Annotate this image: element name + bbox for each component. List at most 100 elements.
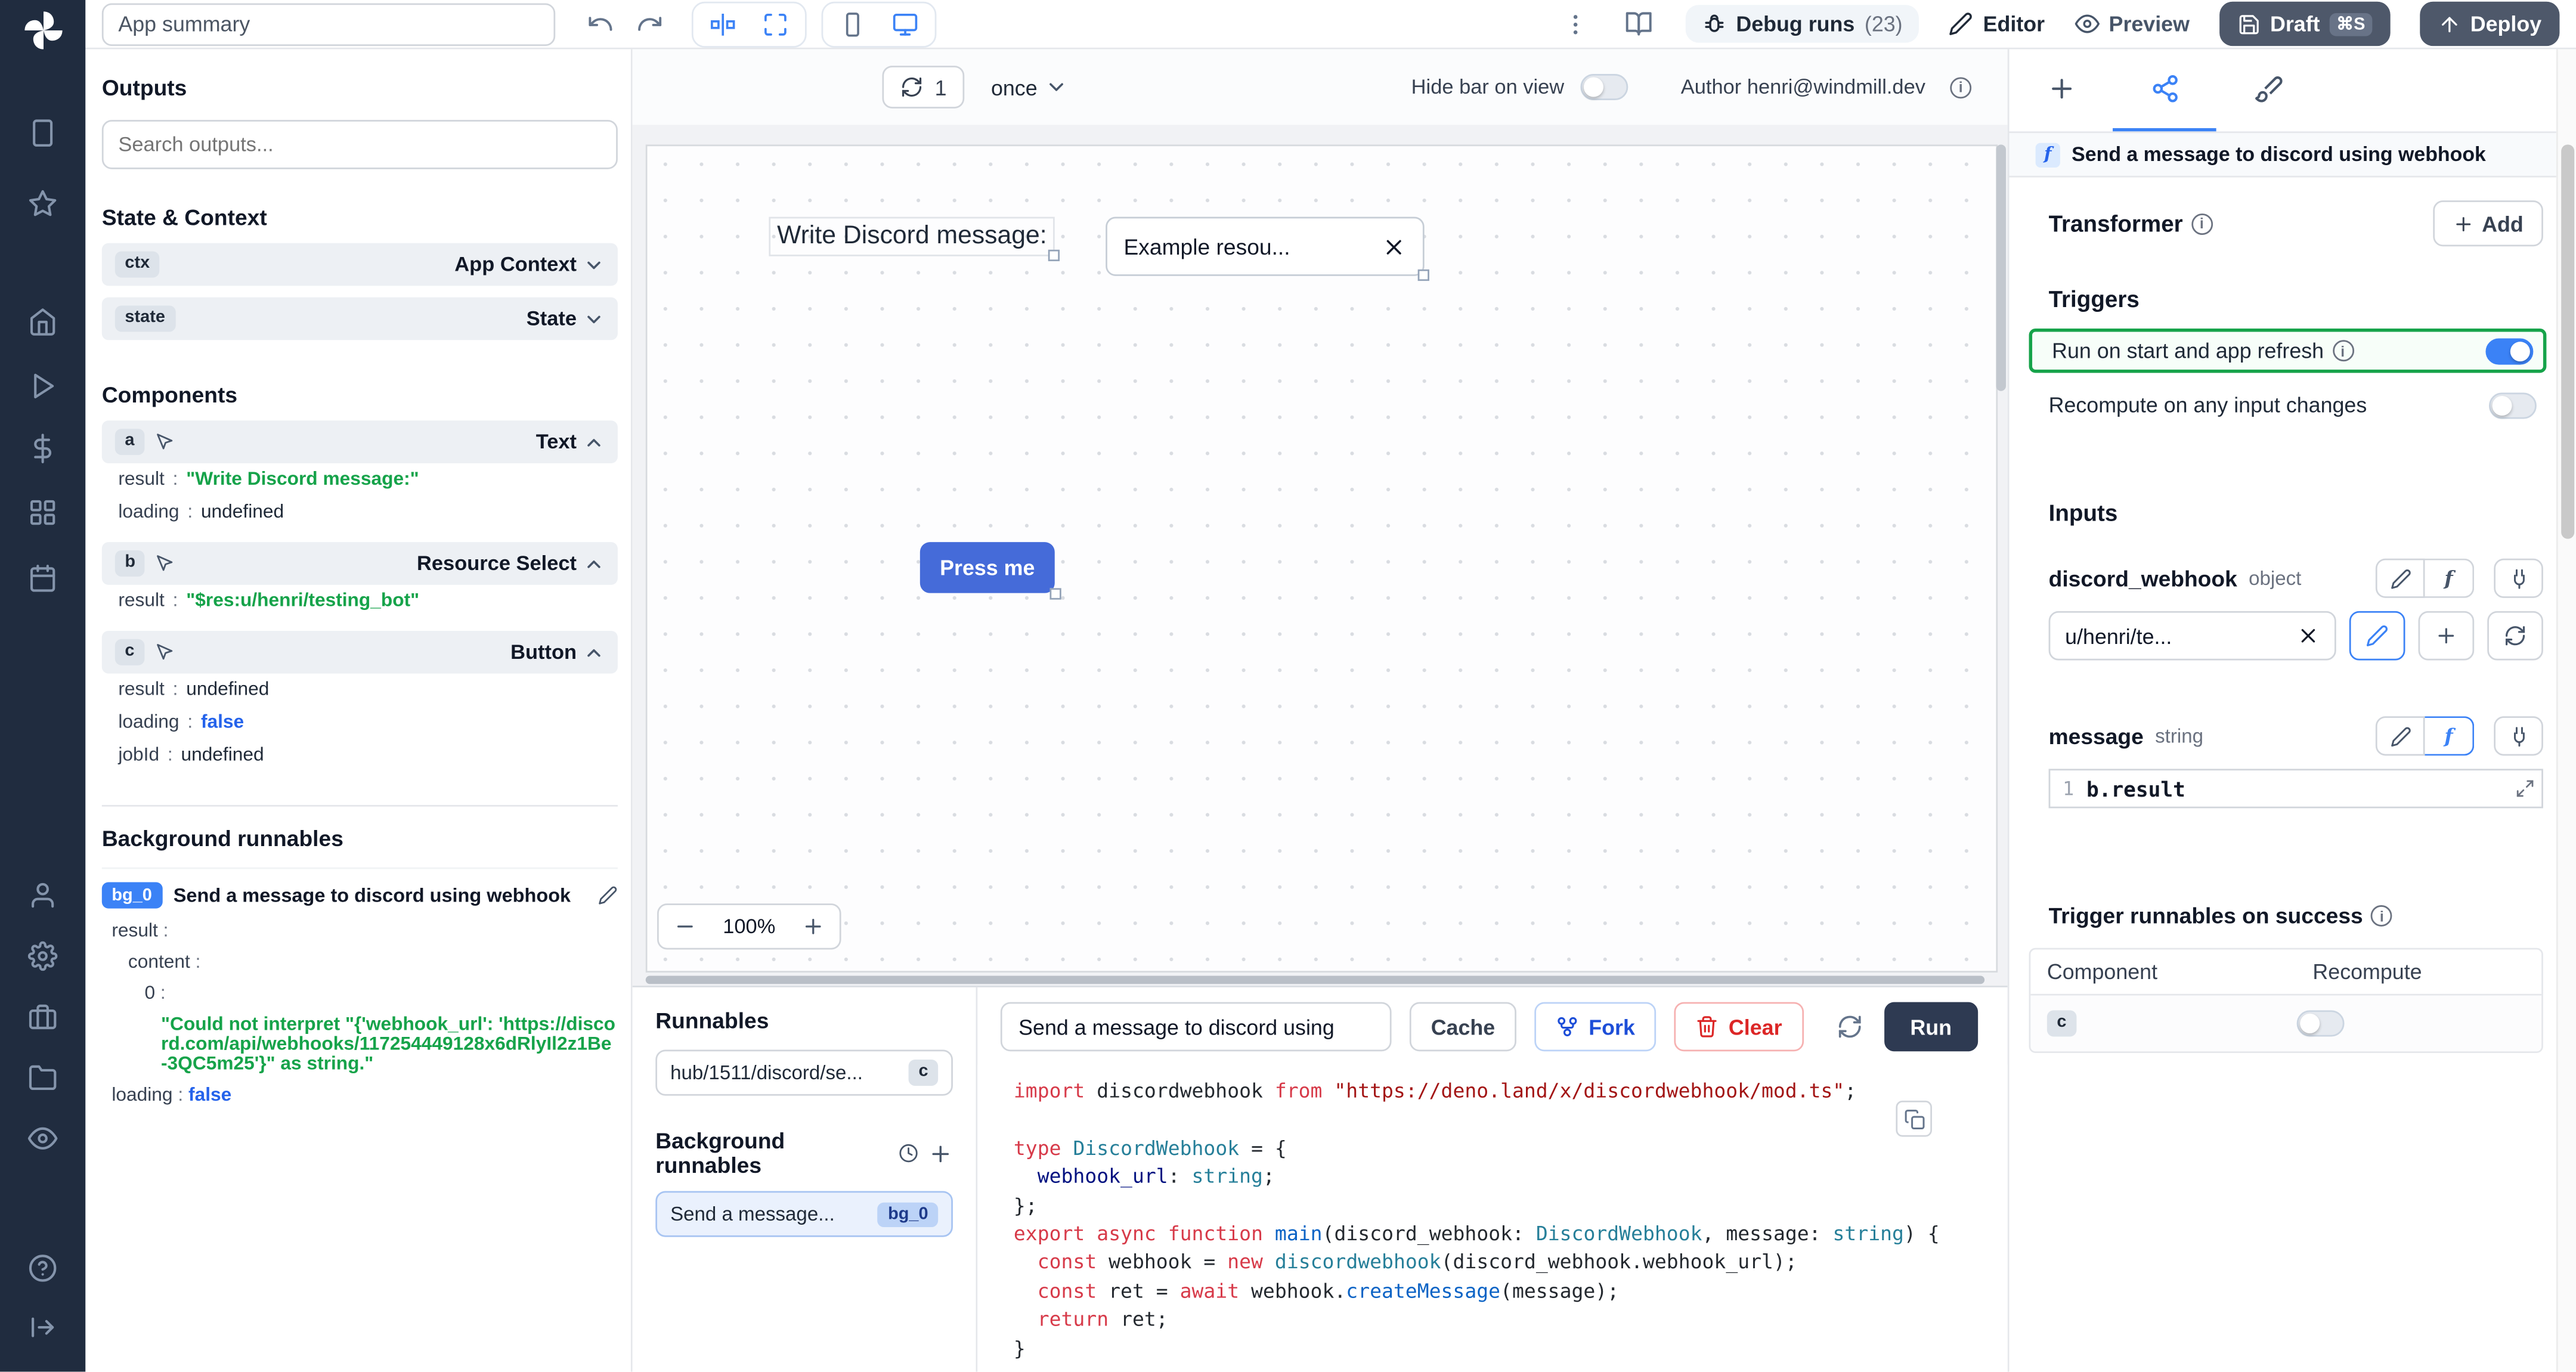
background-runnables-title: Background runnables [101, 807, 618, 869]
audit-eye-icon[interactable] [0, 1123, 85, 1153]
scrollbar-thumb[interactable] [2561, 144, 2575, 539]
draft-button[interactable]: Draft ⌘S [2219, 1, 2390, 47]
chevron-up-icon[interactable] [583, 553, 605, 574]
refresh-code-icon[interactable] [1833, 1002, 1866, 1052]
recompute-toggle[interactable] [2488, 392, 2537, 419]
button-component-label: Press me [940, 555, 1035, 580]
runnable-title-input[interactable] [1000, 1002, 1392, 1052]
static-input-pencil-icon[interactable] [2375, 716, 2425, 756]
run-on-start-toggle[interactable] [2485, 337, 2534, 364]
zoom-out-button[interactable] [659, 905, 711, 948]
chevron-down-icon[interactable] [583, 308, 605, 330]
more-menu-icon[interactable] [1559, 7, 1592, 40]
schedules-calendar-icon[interactable] [0, 563, 85, 593]
component-c-row[interactable]: c Button [101, 630, 618, 674]
resource-picker[interactable]: u/henri/te... [2048, 611, 2336, 661]
fullscreen-icon[interactable] [759, 7, 792, 40]
fork-button[interactable]: Fork [1534, 1002, 1657, 1052]
redo-icon[interactable] [633, 7, 667, 41]
add-transformer-button[interactable]: Add [2432, 200, 2543, 247]
expression-input-icon[interactable]: f [2425, 558, 2475, 598]
resize-handle[interactable] [1049, 588, 1061, 600]
favorites-star-icon[interactable] [0, 189, 85, 219]
resource-select-component[interactable]: Example resou... [1106, 216, 1429, 281]
static-input-pencil-icon[interactable] [2375, 558, 2425, 598]
refresh-mode-dropdown[interactable]: once [991, 75, 1069, 100]
button-component[interactable]: Press me [919, 542, 1061, 600]
edit-pencil-icon[interactable] [598, 885, 618, 905]
variables-icon[interactable] [0, 433, 85, 463]
clock-icon [899, 1144, 918, 1163]
help-icon[interactable] [0, 1253, 85, 1283]
debug-runs-button[interactable]: Debug runs (23) [1685, 5, 1919, 43]
workers-briefcase-icon[interactable] [0, 1002, 85, 1032]
windmill-logo[interactable] [0, 10, 85, 51]
deploy-button[interactable]: Deploy [2419, 1, 2560, 47]
align-components-icon[interactable] [707, 7, 739, 40]
component-a-row[interactable]: a Text [101, 420, 618, 463]
clear-x-icon[interactable] [1382, 234, 1406, 259]
ctx-row[interactable]: ctx App Context [101, 243, 618, 286]
search-outputs-input[interactable] [101, 120, 618, 169]
canvas-horizontal-scrollbar[interactable] [645, 975, 1985, 984]
canvas-vertical-scrollbar[interactable] [1996, 144, 2006, 391]
refresh-count-button[interactable]: 1 [882, 66, 965, 109]
recompute-c-toggle[interactable] [2296, 1010, 2344, 1037]
cache-button[interactable]: Cache [1409, 1002, 1517, 1052]
runs-icon[interactable] [0, 371, 85, 401]
chevron-down-icon[interactable] [583, 254, 605, 275]
clear-x-icon[interactable] [2297, 624, 2320, 648]
style-tab[interactable] [2216, 49, 2320, 132]
component-b-row[interactable]: b Resource Select [101, 542, 618, 585]
code-editor[interactable]: import discordwebhook from "https://deno… [977, 1064, 2008, 1372]
add-bg-runnable-button[interactable] [928, 1141, 953, 1165]
desktop-view-icon[interactable] [889, 7, 922, 40]
component-b-type: Resource Select [417, 552, 577, 575]
component-settings-tab[interactable] [2113, 49, 2216, 132]
settings-gear-icon[interactable] [0, 941, 85, 971]
docs-book-icon[interactable] [1621, 7, 1656, 41]
connect-plug-icon[interactable] [2494, 716, 2543, 756]
editor-tab[interactable]: Editor [1949, 11, 2045, 36]
resources-icon[interactable] [0, 498, 85, 528]
folders-icon[interactable] [0, 1063, 85, 1093]
insert-component-tab[interactable] [2009, 49, 2113, 132]
app-summary-input[interactable] [101, 2, 556, 45]
expand-icon[interactable] [2515, 779, 2535, 798]
add-resource-button[interactable] [2418, 611, 2475, 661]
clear-button[interactable]: Clear [1674, 1002, 1804, 1052]
undo-icon[interactable] [583, 7, 618, 41]
page-scrollbar[interactable] [2556, 49, 2576, 1372]
runnable-item[interactable]: hub/1511/discord/se... c [655, 1049, 953, 1096]
expression-input-icon[interactable]: f [2425, 716, 2475, 756]
bg-runnable-item[interactable]: Send a message... bg_0 [655, 1191, 953, 1237]
connect-plug-icon[interactable] [2494, 558, 2543, 598]
collapse-sidebar-icon[interactable] [0, 1312, 85, 1342]
user-icon[interactable] [0, 881, 85, 910]
transformer-label: Transformer [2048, 210, 2183, 237]
copy-code-icon[interactable] [1896, 1100, 1932, 1137]
text-component[interactable]: Write Discord message: [769, 216, 1060, 262]
message-expression-editor[interactable]: 1 b.result [2048, 769, 2543, 809]
tree-value: false [188, 1085, 232, 1105]
edit-resource-pencil-button[interactable] [2349, 611, 2405, 661]
prop-value: "Write Discord message:" [186, 469, 419, 490]
background-runnable-row[interactable]: bg_0 Send a message to discord using web… [101, 869, 618, 915]
resize-handle[interactable] [1417, 269, 1429, 281]
refresh-resource-button[interactable] [2487, 611, 2543, 661]
home-icon[interactable] [0, 307, 85, 337]
preview-tab[interactable]: Preview [2074, 11, 2190, 36]
chevron-up-icon[interactable] [583, 642, 605, 663]
run-button[interactable]: Run [1884, 1002, 1979, 1052]
chevron-up-icon[interactable] [583, 431, 605, 453]
hide-bar-toggle[interactable] [1580, 73, 1628, 101]
resize-handle[interactable] [1048, 249, 1060, 262]
state-row[interactable]: state State [101, 297, 618, 340]
tree-key: result [112, 921, 158, 941]
app-canvas[interactable]: Write Discord message: Example resou... … [645, 144, 1998, 973]
mobile-view-icon[interactable] [836, 7, 869, 40]
zoom-in-button[interactable] [787, 905, 840, 948]
apps-icon[interactable] [0, 118, 85, 148]
hide-bar-label: Hide bar on view [1411, 75, 1565, 99]
state-context-title: State & Context [101, 205, 267, 230]
